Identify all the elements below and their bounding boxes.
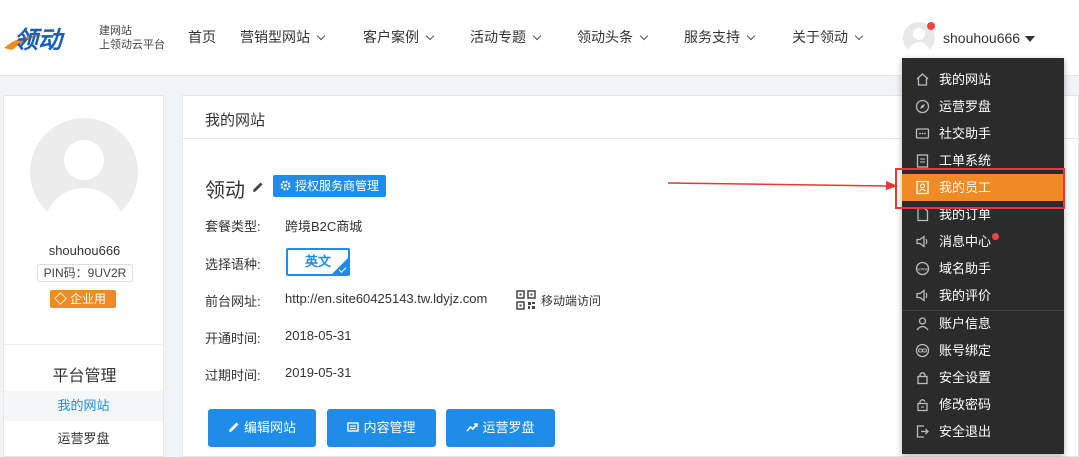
- open-date-value: 2018-05-31: [285, 328, 352, 343]
- edit-site-label: 编辑网站: [243, 420, 296, 435]
- nav-about[interactable]: 关于领动: [792, 27, 864, 47]
- gear-icon: [280, 180, 291, 191]
- diamond-icon: [54, 292, 67, 305]
- home-icon: [916, 73, 929, 86]
- svg-text:www: www: [917, 267, 928, 272]
- chevron-down-icon: [532, 31, 542, 41]
- language-option-label: 英文: [304, 254, 331, 269]
- list-icon: [347, 422, 360, 432]
- key-icon: [917, 399, 928, 412]
- notification-dot: [927, 22, 935, 30]
- annotation-highlight-box: [895, 168, 1065, 209]
- expire-date-value: 2019-05-31: [285, 365, 352, 380]
- menu-item-account-info[interactable]: 账户信息: [902, 310, 1064, 337]
- clipboard-icon: [916, 154, 929, 168]
- ledong-logo[interactable]: 领动: [2, 22, 92, 54]
- menu-item-messages[interactable]: 消息中心: [902, 228, 1064, 255]
- left-sidebar: shouhou666 PIN码：9UV2R 企业用 平台管理 我的网站 运营罗盘: [3, 95, 164, 457]
- trend-icon: [466, 423, 479, 432]
- menu-item-social[interactable]: 社交助手: [902, 120, 1064, 147]
- sidebar-section-title: 平台管理: [52, 368, 117, 385]
- profile-username: shouhou666: [48, 243, 121, 258]
- logout-icon: [916, 425, 929, 438]
- svg-text:领动: 领动: [14, 26, 65, 54]
- nav-marketing-site[interactable]: 营销型网站: [240, 27, 326, 47]
- chevron-down-icon: [639, 31, 649, 41]
- compass-icon: [915, 99, 930, 114]
- notification-dot: [992, 233, 1000, 240]
- speaker-icon: [916, 235, 928, 248]
- lock-icon: [917, 372, 928, 385]
- sidebar-item-compass[interactable]: 运营罗盘: [4, 424, 163, 454]
- enterprise-badge-label: 企业用: [70, 292, 107, 306]
- mobile-access-link[interactable]: 移动端访问: [541, 292, 601, 309]
- enterprise-badge: 企业用: [50, 290, 116, 308]
- menu-item-account-binding[interactable]: 账号绑定: [902, 337, 1064, 364]
- logo-tagline-line2: 上领动云平台: [99, 39, 165, 51]
- language-option-english[interactable]: 英文: [286, 248, 350, 276]
- page-title: 我的网站: [205, 112, 266, 129]
- link-icon: [915, 343, 930, 358]
- package-value: 跨境B2C商城: [285, 219, 363, 234]
- logo-tagline-line1: 建网站: [99, 25, 132, 37]
- menu-item-compass[interactable]: 运营罗盘: [902, 93, 1064, 120]
- user-dropdown-menu: 我的网站 运营罗盘 社交助手 工单系统 我的员工 我的订单 消息中心 www 域…: [902, 58, 1064, 454]
- speaker-icon: [916, 289, 928, 302]
- compass-label: 运营罗盘: [482, 420, 535, 435]
- edit-site-button[interactable]: 编辑网站: [208, 409, 316, 447]
- logo-tagline: 建网站 上领动云平台: [99, 24, 165, 52]
- menu-item-reviews[interactable]: 我的评价: [902, 282, 1064, 309]
- header-username[interactable]: shouhou666: [943, 30, 1020, 46]
- chevron-down-icon: [316, 31, 326, 41]
- language-label: 选择语种:: [205, 257, 261, 272]
- menu-item-change-password[interactable]: 修改密码: [902, 391, 1064, 418]
- expire-date-label: 过期时间:: [205, 368, 261, 383]
- annotation-arrow: [668, 181, 898, 190]
- sidebar-item-my-site[interactable]: 我的网站: [4, 391, 163, 421]
- content-manage-button[interactable]: 内容管理: [327, 409, 436, 447]
- open-date-label: 开通时间:: [205, 331, 261, 346]
- nav-events[interactable]: 活动专题: [470, 27, 542, 47]
- user-icon: [916, 317, 929, 331]
- site-url-link[interactable]: http://en.site60425143.tw.ldyjz.com: [285, 291, 487, 306]
- caret-down-icon[interactable]: [1025, 36, 1035, 42]
- url-label: 前台网址:: [205, 294, 261, 309]
- nav-headlines[interactable]: 领动头条: [577, 27, 649, 47]
- chevron-down-icon: [854, 31, 864, 41]
- menu-item-logout[interactable]: 安全退出: [902, 418, 1064, 445]
- nav-support[interactable]: 服务支持: [684, 27, 756, 47]
- content-manage-label: 内容管理: [363, 420, 416, 435]
- menu-item-my-site[interactable]: 我的网站: [902, 66, 1064, 93]
- package-label: 套餐类型:: [205, 219, 261, 234]
- order-icon: [917, 207, 929, 222]
- pencil-icon: [228, 422, 239, 432]
- chevron-down-icon: [425, 31, 435, 41]
- nav-cases[interactable]: 客户案例: [363, 27, 435, 47]
- authorize-provider-button[interactable]: 授权服务商管理: [273, 175, 387, 197]
- compass-button[interactable]: 运营罗盘: [446, 409, 555, 447]
- www-icon: www: [915, 261, 930, 276]
- nav-home[interactable]: 首页: [188, 27, 216, 47]
- chat-icon: [915, 128, 930, 139]
- chevron-down-icon: [746, 31, 756, 41]
- authorize-provider-label: 授权服务商管理: [295, 179, 380, 193]
- site-name: 领动: [205, 180, 245, 202]
- qr-code-icon[interactable]: [516, 290, 536, 310]
- pencil-icon[interactable]: [252, 181, 264, 193]
- menu-item-security-settings[interactable]: 安全设置: [902, 364, 1064, 391]
- profile-avatar[interactable]: [30, 118, 138, 226]
- pin-code: PIN码：9UV2R: [37, 264, 133, 282]
- menu-item-domain[interactable]: www 域名助手: [902, 255, 1064, 282]
- divider: [4, 344, 163, 345]
